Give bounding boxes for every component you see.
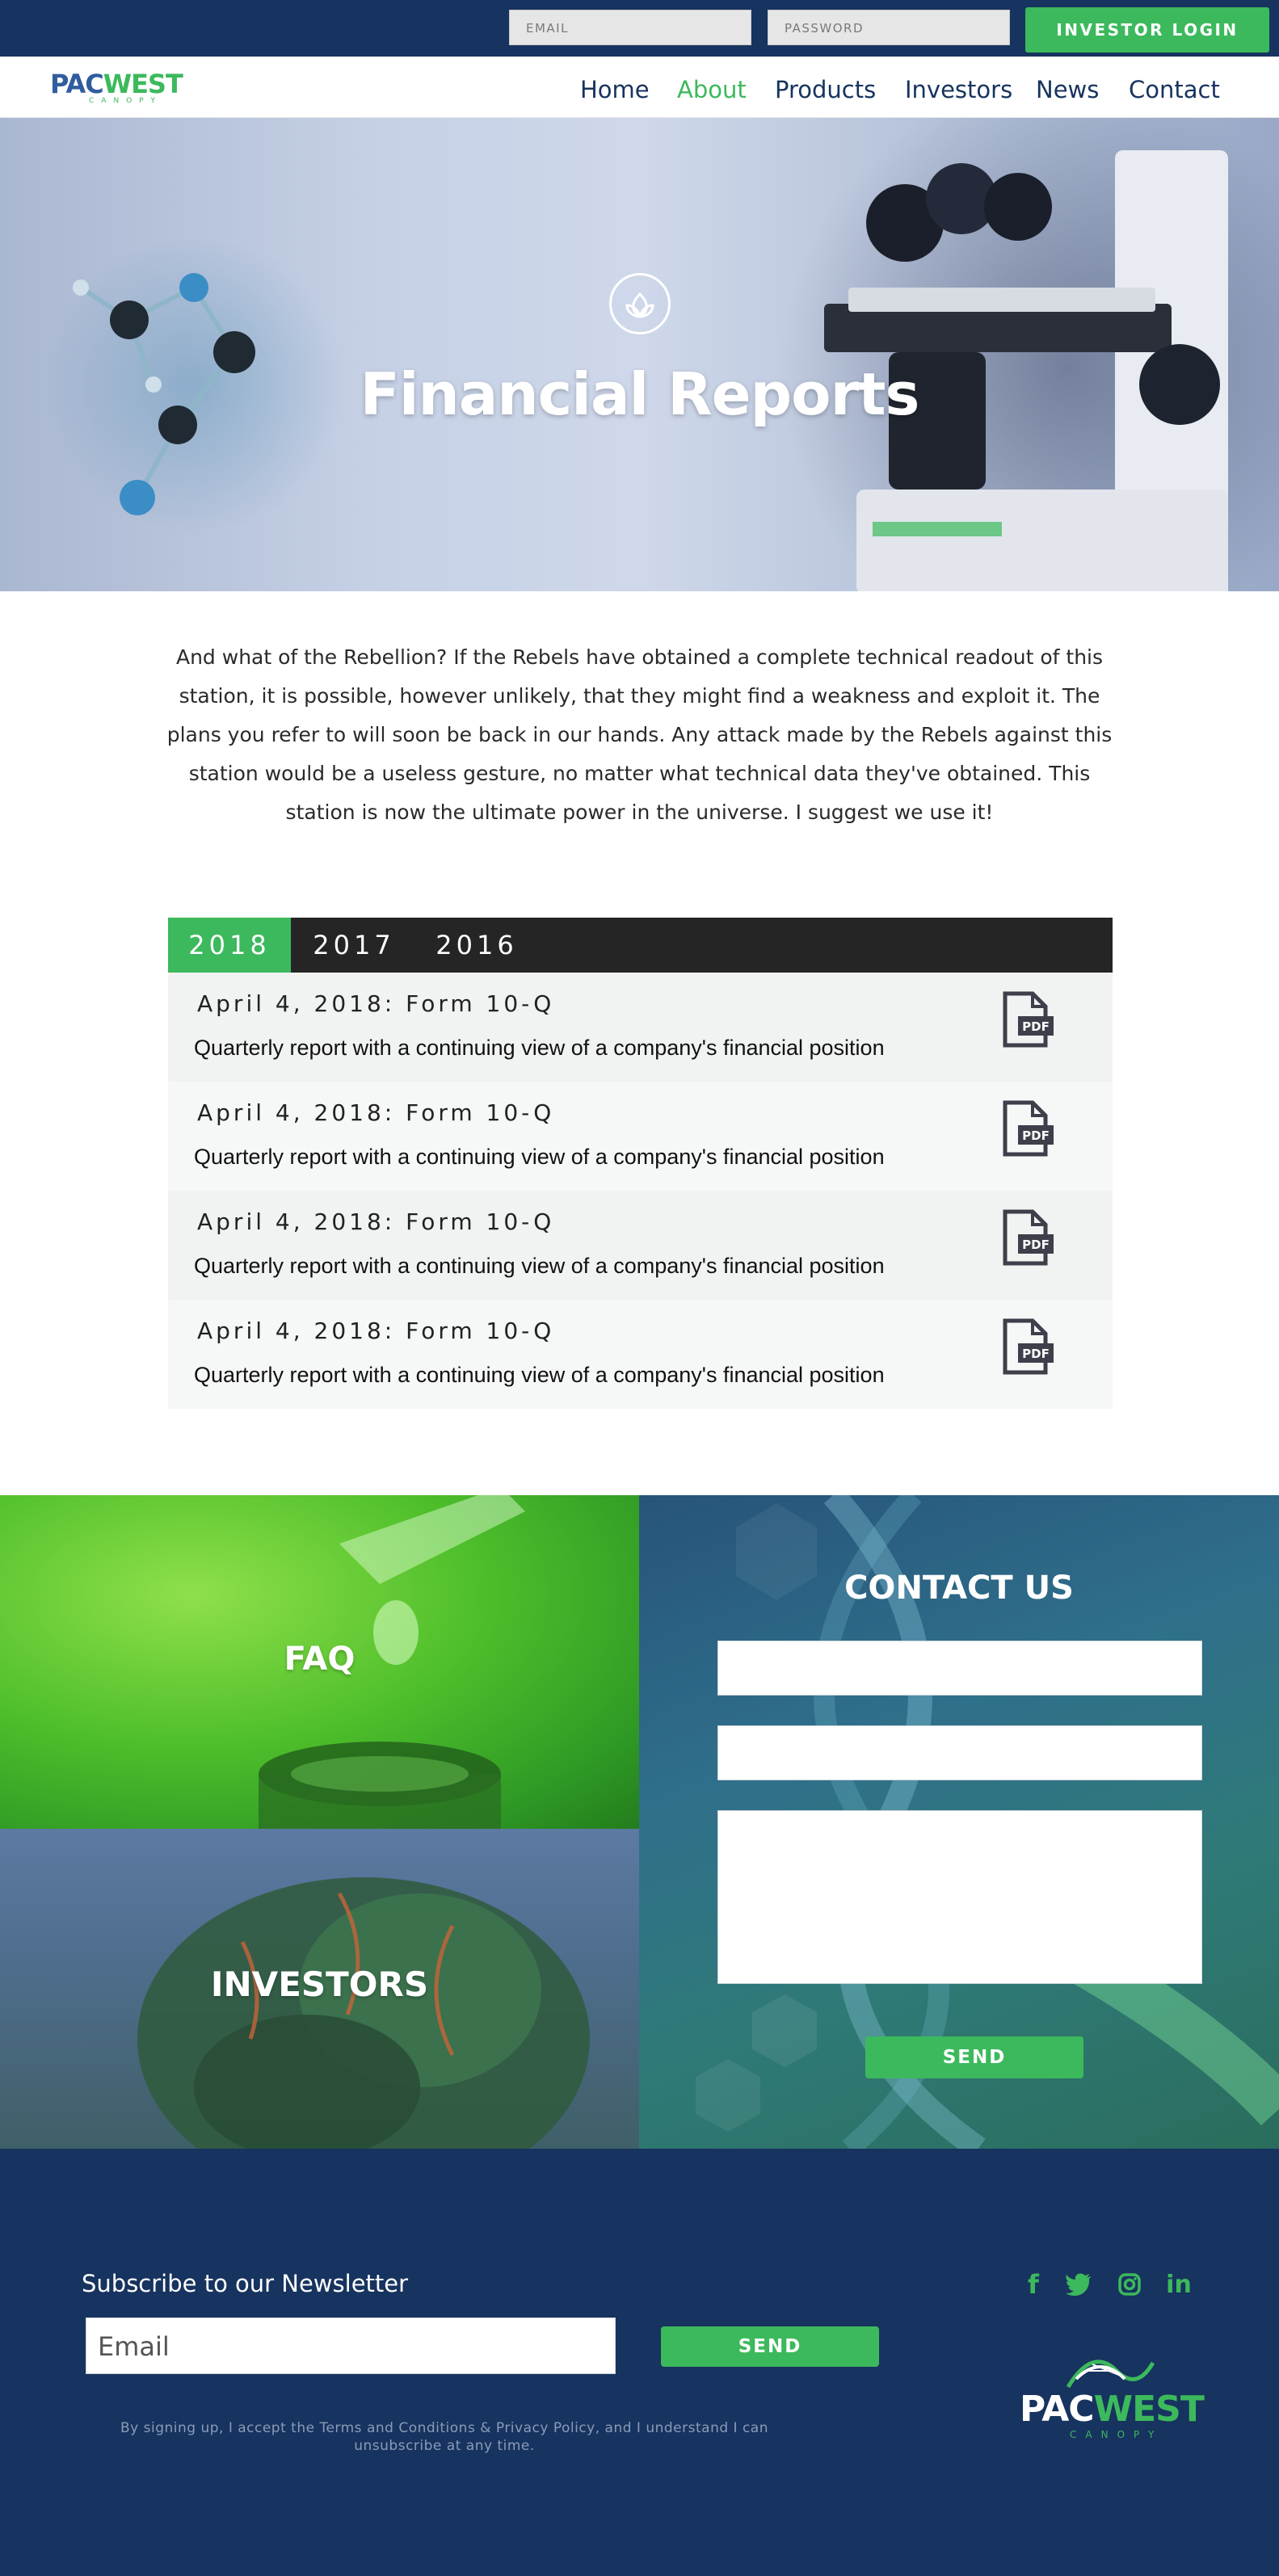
footer-tagline: CANOPY <box>1070 2429 1163 2440</box>
year-tabs: 2018 2017 2016 <box>168 918 1113 973</box>
footer: Subscribe to our Newsletter Email SEND B… <box>0 2149 1279 2576</box>
report-title: April 4, 2018: Form 10-Q <box>197 1099 555 1126</box>
investor-login-bar: EMAIL PASSWORD INVESTOR LOGIN <box>0 0 1279 57</box>
report-title: April 4, 2018: Form 10-Q <box>197 1208 555 1235</box>
report-title: April 4, 2018: Form 10-Q <box>197 990 555 1017</box>
newsletter-disclaimer: By signing up, I accept the Terms and Co… <box>120 2420 768 2454</box>
newsletter-email-input[interactable]: Email <box>86 2318 616 2374</box>
nav-contact[interactable]: Contact <box>1129 76 1220 103</box>
report-description: Quarterly report with a continuing view … <box>194 1036 885 1060</box>
report-row[interactable]: April 4, 2018: Form 10-Q Quarterly repor… <box>168 1082 1113 1191</box>
nav-news[interactable]: News <box>1036 76 1099 103</box>
newsletter-title: Subscribe to our Newsletter <box>82 2270 409 2297</box>
report-description: Quarterly report with a continuing view … <box>194 1145 885 1169</box>
investors-tile[interactable]: INVESTORS <box>0 1829 639 2149</box>
brand-wordmark: PACWEST <box>50 69 183 99</box>
report-row[interactable]: April 4, 2018: Form 10-Q Quarterly repor… <box>168 1300 1113 1409</box>
svg-text:PDF: PDF <box>1022 1128 1050 1143</box>
intro-paragraph: And what of the Rebellion? If the Rebels… <box>166 645 1113 824</box>
contact-message-textarea[interactable] <box>717 1810 1202 1984</box>
report-title: April 4, 2018: Form 10-Q <box>197 1317 555 1344</box>
contact-section: CONTACT US SEND <box>639 1495 1279 2149</box>
contact-send-button[interactable]: SEND <box>865 2036 1083 2078</box>
login-password-input[interactable]: PASSWORD <box>768 10 1010 45</box>
faq-tile[interactable]: FAQ <box>0 1495 639 1829</box>
nav-products[interactable]: Products <box>775 76 876 103</box>
newsletter-send-button[interactable]: SEND <box>661 2326 879 2367</box>
contact-title: CONTACT US <box>844 1570 1074 1607</box>
nav-investors[interactable]: Investors <box>905 76 1012 103</box>
svg-text:PDF: PDF <box>1022 1238 1050 1252</box>
tab-2017[interactable]: 2017 <box>291 918 417 973</box>
footer-logo[interactable]: PACWEST CANOPY <box>1020 2347 1205 2444</box>
contact-email-input[interactable] <box>717 1725 1202 1780</box>
pdf-icon[interactable]: PDF <box>1000 1208 1055 1268</box>
hero-banner: Financial Reports <box>0 118 1279 591</box>
faq-label: FAQ <box>284 1641 356 1678</box>
leaf-icon <box>609 273 671 334</box>
report-row[interactable]: April 4, 2018: Form 10-Q Quarterly repor… <box>168 973 1113 1082</box>
svg-text:PDF: PDF <box>1022 1019 1050 1034</box>
brand-logo[interactable]: PACWEST CANOPY <box>50 71 196 107</box>
pdf-icon[interactable]: PDF <box>1000 1317 1055 1377</box>
main-navbar: PACWEST CANOPY Home About Products Inves… <box>0 57 1279 118</box>
tab-2018[interactable]: 2018 <box>168 918 291 973</box>
investor-login-button[interactable]: INVESTOR LOGIN <box>1025 7 1269 53</box>
page-title: Financial Reports <box>360 360 920 428</box>
pdf-icon[interactable]: PDF <box>1000 990 1055 1050</box>
facebook-icon[interactable]: f <box>1017 2268 1050 2301</box>
report-description: Quarterly report with a continuing view … <box>194 1254 885 1278</box>
footer-wordmark: PACWEST <box>1020 2389 1205 2430</box>
instagram-icon[interactable] <box>1113 2268 1146 2301</box>
pdf-icon[interactable]: PDF <box>1000 1099 1055 1159</box>
report-row[interactable]: April 4, 2018: Form 10-Q Quarterly repor… <box>168 1191 1113 1300</box>
financial-reports-table: 2018 2017 2016 April 4, 2018: Form 10-Q … <box>168 918 1113 1409</box>
nav-about[interactable]: About <box>677 76 747 103</box>
linkedin-icon[interactable]: in <box>1163 2268 1195 2301</box>
dna-swoosh-icon <box>1066 2360 1155 2389</box>
nav-home[interactable]: Home <box>580 76 650 103</box>
investors-label: INVESTORS <box>210 1965 429 2004</box>
login-email-input[interactable]: EMAIL <box>509 10 751 45</box>
contact-name-input[interactable] <box>717 1641 1202 1696</box>
report-description: Quarterly report with a continuing view … <box>194 1363 885 1387</box>
svg-text:PDF: PDF <box>1022 1347 1050 1361</box>
microscope-image <box>824 118 1244 591</box>
tab-2016[interactable]: 2016 <box>417 918 536 973</box>
twitter-icon[interactable] <box>1062 2268 1095 2301</box>
